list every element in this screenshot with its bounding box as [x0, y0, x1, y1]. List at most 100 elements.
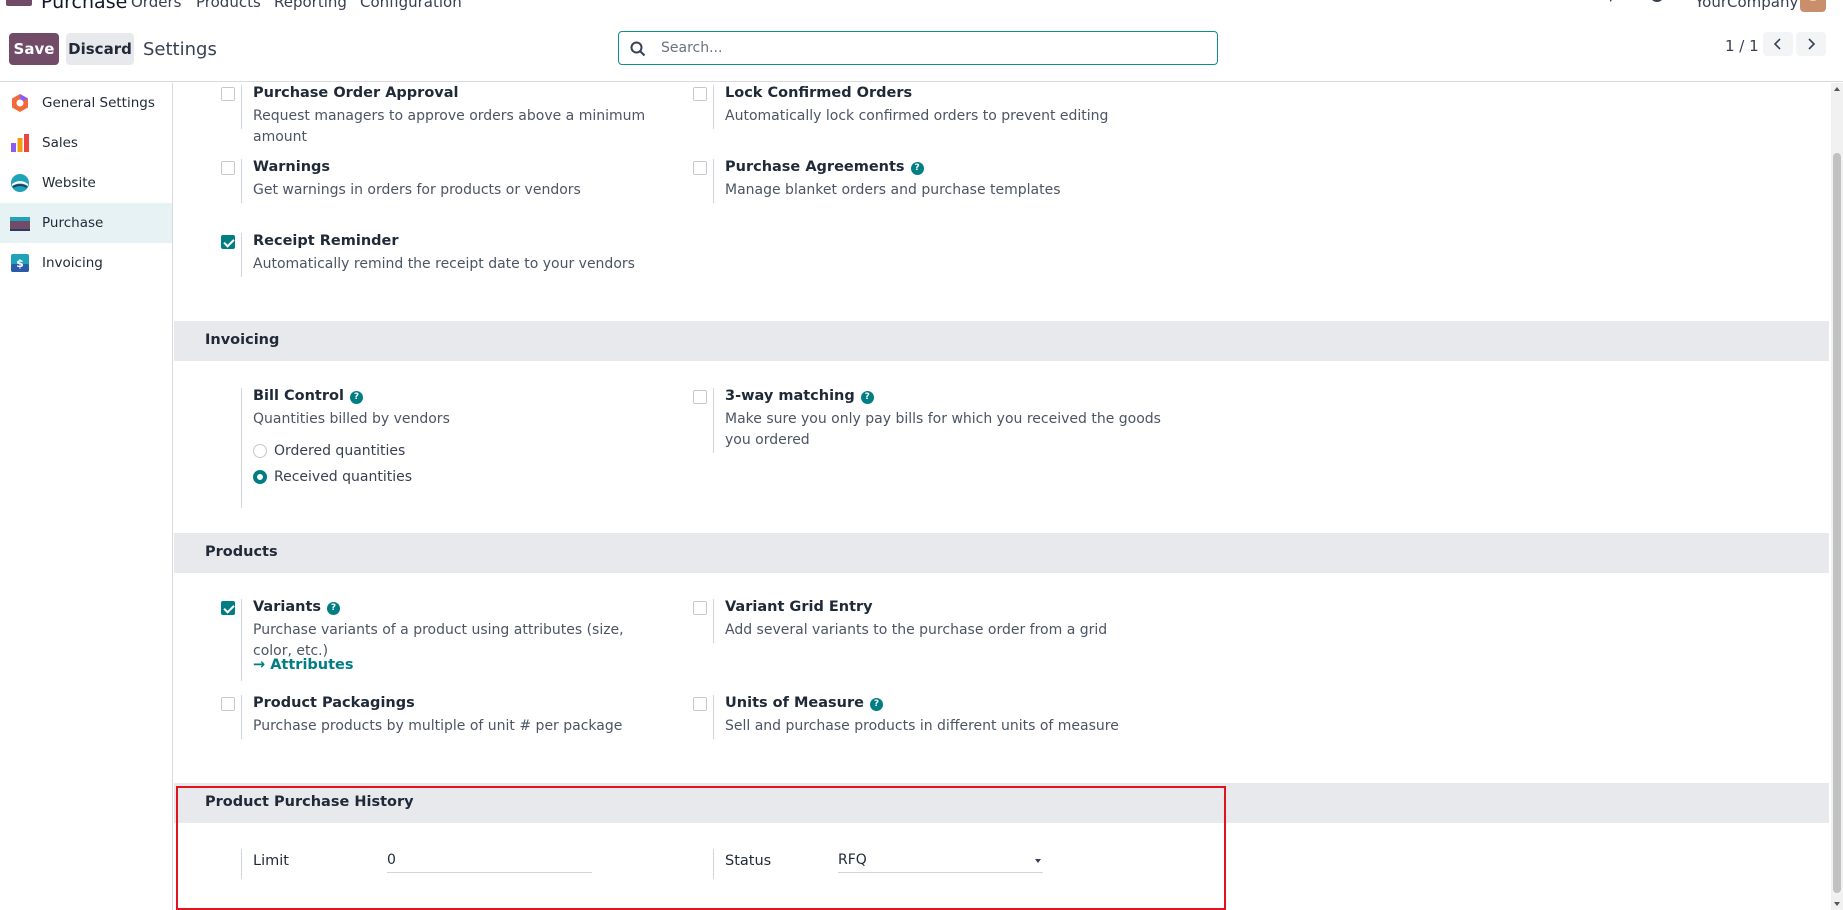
pager-value[interactable]: 1 / 1	[1725, 37, 1759, 55]
radio-label: Received quantities	[274, 469, 413, 485]
radio-label: Ordered quantities	[274, 443, 406, 459]
setting-title: Units of Measure?	[725, 695, 883, 711]
scrollbar-thumb[interactable]	[1833, 153, 1841, 893]
app-menu-icon[interactable]	[6, 0, 32, 6]
sidebar-item-label: Purchase	[42, 215, 104, 231]
receipt-reminder-checkbox[interactable]	[221, 235, 235, 249]
setting-divider	[241, 388, 242, 508]
vertical-scrollbar[interactable]	[1831, 83, 1843, 910]
sidebar-item-invoicing[interactable]: $ Invoicing	[0, 243, 172, 283]
units-of-measure-checkbox[interactable]	[693, 697, 707, 711]
setting-title: Lock Confirmed Orders	[725, 85, 913, 101]
sales-icon	[11, 134, 29, 152]
menu-products[interactable]: Products	[196, 0, 261, 11]
help-icon[interactable]: ?	[327, 602, 341, 615]
help-icon[interactable]: ?	[860, 391, 874, 404]
variant-grid-entry-checkbox[interactable]	[693, 601, 707, 615]
setting-variants: Variants? Purchase variants of a product…	[221, 599, 651, 681]
section-title: Invoicing	[205, 332, 280, 348]
website-icon	[11, 174, 29, 192]
radio-button[interactable]	[253, 444, 267, 458]
section-title: Products	[205, 544, 278, 560]
purchase-icon	[10, 217, 30, 231]
sidebar-item-general-settings[interactable]: General Settings	[0, 83, 172, 123]
setting-description: Purchase variants of a product using att…	[253, 622, 624, 659]
setting-description: Get warnings in orders for products or v…	[253, 182, 581, 198]
warnings-checkbox[interactable]	[221, 161, 235, 175]
setting-divider	[713, 388, 714, 453]
sidebar-item-label: Invoicing	[42, 255, 103, 271]
scroll-up-arrow-icon[interactable]	[1834, 87, 1840, 91]
sidebar-item-website[interactable]: Website	[0, 163, 172, 203]
setting-description: Make sure you only pay bills for which y…	[725, 409, 1161, 451]
help-icon[interactable]: ?	[349, 391, 363, 404]
setting-purchase-agreements: Purchase Agreements? Manage blanket orde…	[693, 159, 1123, 203]
radio-received-quantities[interactable]: Received quantities	[253, 469, 412, 485]
highlight-annotation-box	[176, 786, 1226, 910]
general-settings-icon	[12, 94, 28, 112]
scroll-down-arrow-icon[interactable]	[1834, 902, 1840, 906]
section-header-invoicing: Invoicing	[174, 321, 1829, 361]
setting-divider	[241, 233, 242, 277]
search-input[interactable]: Search...	[618, 31, 1218, 65]
setting-divider	[241, 599, 242, 681]
link-label: Attributes	[270, 657, 354, 673]
attributes-link[interactable]: → Attributes	[253, 657, 354, 673]
setting-product-packagings: Product Packagings Purchase products by …	[221, 695, 651, 739]
sidebar-item-sales[interactable]: Sales	[0, 123, 172, 163]
section-header-products: Products	[174, 533, 1829, 573]
control-panel: Save Discard Settings Search... 1 / 1	[0, 26, 1843, 82]
setting-receipt-reminder: Receipt Reminder Automatically remind th…	[221, 233, 651, 277]
setting-description: Request managers to approve orders above…	[253, 108, 646, 145]
setting-description: Automatically lock confirmed orders to p…	[725, 108, 1109, 124]
setting-variant-grid-entry: Variant Grid Entry Add several variants …	[693, 599, 1123, 643]
setting-divider	[713, 599, 714, 643]
setting-description: Purchase products by multiple of unit # …	[253, 718, 623, 734]
radio-button[interactable]	[253, 470, 267, 484]
help-icon[interactable]: ?	[910, 162, 924, 175]
3-way-matching-checkbox[interactable]	[693, 390, 707, 404]
settings-sidebar: General Settings Sales Website Purchase …	[0, 83, 173, 910]
setting-title-text: Units of Measure	[725, 695, 864, 711]
setting-divider	[713, 695, 714, 739]
app-name[interactable]: Purchase	[41, 0, 127, 13]
setting-description: Automatically remind the receipt date to…	[253, 256, 635, 272]
setting-description: Manage blanket orders and purchase templ…	[725, 182, 1061, 198]
setting-divider	[241, 85, 242, 129]
sidebar-item-label: Website	[42, 175, 96, 191]
menu-configuration[interactable]: Configuration	[360, 0, 462, 11]
sidebar-item-purchase[interactable]: Purchase	[0, 203, 172, 243]
purchase-agreements-checkbox[interactable]	[693, 161, 707, 175]
setting-title: Purchase Order Approval	[253, 85, 459, 101]
setting-3-way-matching: 3-way matching? Make sure you only pay b…	[693, 388, 1163, 453]
setting-title: Receipt Reminder	[253, 233, 399, 249]
chat-icon[interactable]	[1606, 0, 1632, 6]
setting-warnings: Warnings Get warnings in orders for prod…	[221, 159, 651, 203]
save-button[interactable]: Save	[9, 33, 59, 65]
company-switcher[interactable]: YourCompany	[1695, 0, 1798, 11]
pager-next-button[interactable]	[1796, 32, 1826, 56]
pager-previous-button[interactable]	[1763, 32, 1793, 56]
lock-confirmed-orders-checkbox[interactable]	[693, 87, 707, 101]
menu-orders[interactable]: Orders	[131, 0, 181, 11]
setting-title: Warnings	[253, 159, 331, 175]
menu-reporting[interactable]: Reporting	[274, 0, 347, 11]
setting-description: Add several variants to the purchase ord…	[725, 622, 1108, 638]
product-packagings-checkbox[interactable]	[221, 697, 235, 711]
top-navbar: Purchase Orders Products Reporting Confi…	[0, 0, 1843, 13]
setting-units-of-measure: Units of Measure? Sell and purchase prod…	[693, 695, 1123, 739]
activity-clock-icon[interactable]	[1650, 0, 1672, 6]
variants-checkbox[interactable]	[221, 601, 235, 615]
description-line: Make sure you only pay bills for which y…	[725, 411, 1161, 427]
help-icon[interactable]: ?	[869, 698, 883, 711]
discard-button[interactable]: Discard	[66, 33, 134, 65]
setting-title: Purchase Agreements?	[725, 159, 924, 175]
purchase-order-approval-checkbox[interactable]	[221, 87, 235, 101]
user-avatar[interactable]	[1800, 0, 1826, 12]
chevron-right-icon	[1808, 38, 1816, 50]
arrow-right-icon: →	[253, 657, 271, 673]
radio-ordered-quantities[interactable]: Ordered quantities	[253, 443, 405, 459]
setting-divider	[241, 159, 242, 203]
setting-bill-control: Bill Control? Quantities billed by vendo…	[221, 388, 651, 508]
chevron-left-icon	[1773, 38, 1781, 50]
